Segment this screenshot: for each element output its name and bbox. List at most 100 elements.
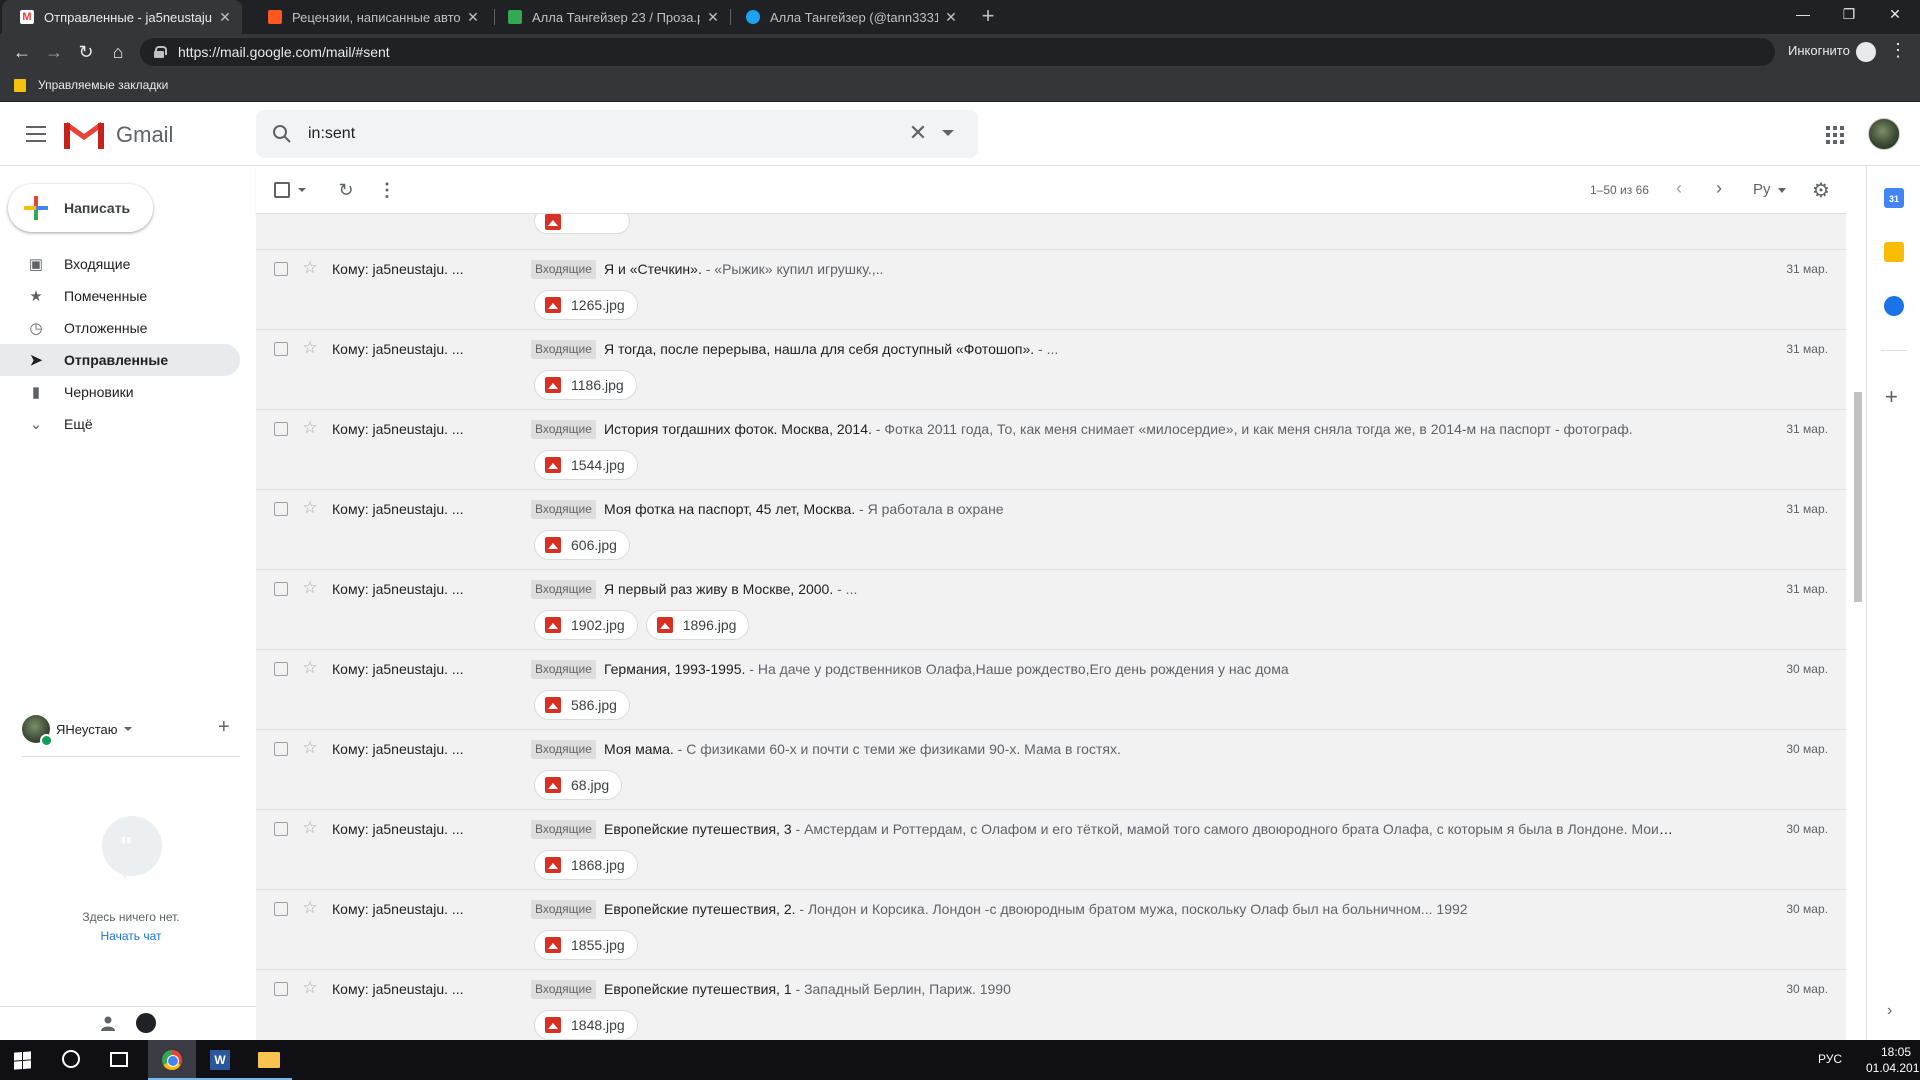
row-checkbox[interactable] xyxy=(274,342,288,356)
list-scrollbar[interactable] xyxy=(1846,166,1866,1040)
row-checkbox[interactable] xyxy=(274,902,288,916)
label-tag[interactable]: Входящие xyxy=(531,420,596,439)
sidebar-item-starred[interactable]: ★ Помеченные xyxy=(0,280,240,312)
compose-button[interactable]: Написать xyxy=(8,184,153,232)
incognito-icon[interactable] xyxy=(1856,42,1876,62)
attachment-chip[interactable]: 586.jpg xyxy=(534,690,630,720)
attachment-chip[interactable]: 606.jpg xyxy=(534,530,630,560)
sidebar-item-sent[interactable]: ➤ Отправленные xyxy=(0,344,240,376)
task-view-icon[interactable] xyxy=(110,1052,128,1067)
browser-tab-proza[interactable]: Алла Тангейзер 23 / Проза.ру ✕ xyxy=(490,0,730,34)
attachment-chip[interactable]: 1544.jpg xyxy=(534,450,638,480)
row-checkbox[interactable] xyxy=(274,822,288,836)
table-row[interactable]: ☆ Кому: ja5neustaju. ... Входящие Европейск… xyxy=(256,890,1846,970)
gear-icon[interactable]: ⚙ xyxy=(1812,178,1830,203)
gmail-logo-icon[interactable] xyxy=(64,120,104,150)
row-checkbox[interactable] xyxy=(274,742,288,756)
label-tag[interactable]: Входящие xyxy=(531,660,596,679)
search-options-icon[interactable] xyxy=(942,130,954,136)
more-actions-icon[interactable]: ⋮ xyxy=(378,178,396,202)
star-icon[interactable]: ☆ xyxy=(300,978,320,998)
star-icon[interactable]: ☆ xyxy=(300,898,320,918)
label-tag[interactable]: Входящие xyxy=(531,260,596,279)
label-tag[interactable]: Входящие xyxy=(531,740,596,759)
star-icon[interactable]: ☆ xyxy=(300,418,320,438)
row-checkbox[interactable] xyxy=(274,662,288,676)
label-tag[interactable]: Входящие xyxy=(531,340,596,359)
table-row[interactable]: ☆ Кому: ja5neustaju. ... Входящие Моя мама.… xyxy=(256,730,1846,810)
star-icon[interactable]: ☆ xyxy=(300,258,320,278)
attachment-chip[interactable]: 1896.jpg xyxy=(645,610,750,640)
row-checkbox[interactable] xyxy=(274,582,288,596)
person-icon[interactable] xyxy=(100,1015,116,1031)
row-checkbox[interactable] xyxy=(274,422,288,436)
account-avatar[interactable] xyxy=(1868,118,1900,150)
star-icon[interactable]: ☆ xyxy=(300,498,320,518)
previous-page-icon[interactable]: ‹ xyxy=(1676,178,1682,199)
label-tag[interactable]: Входящие xyxy=(531,500,596,519)
select-options-icon[interactable] xyxy=(298,188,306,192)
bookmark-folder-link[interactable]: Управляемые закладки xyxy=(38,78,168,92)
list-item[interactable] xyxy=(256,214,1846,250)
reload-icon[interactable]: ↻ xyxy=(74,40,98,64)
hangouts-chat-icon[interactable] xyxy=(136,1013,156,1033)
close-tab-icon[interactable]: ✕ xyxy=(944,9,958,26)
windows-start-icon[interactable] xyxy=(14,1051,31,1070)
close-window-icon[interactable]: ✕ xyxy=(1872,0,1918,30)
label-tag[interactable]: Входящие xyxy=(531,980,596,999)
table-row[interactable]: ☆ Кому: ja5neustaju. ... Входящие Я и «Стеч… xyxy=(256,250,1846,330)
refresh-icon[interactable]: ↻ xyxy=(334,178,358,202)
keep-icon[interactable] xyxy=(1884,242,1904,262)
close-tab-icon[interactable]: ✕ xyxy=(466,9,480,26)
browser-tab-twitter[interactable]: Алла Тангейзер (@tann333111a ✕ xyxy=(728,0,968,34)
table-row[interactable]: ☆ Кому: ja5neustaju. ... Входящие Германия,… xyxy=(256,650,1846,730)
chevron-right-icon[interactable]: › xyxy=(1887,1002,1892,1020)
label-tag[interactable]: Входящие xyxy=(531,580,596,599)
home-icon[interactable]: ⌂ xyxy=(106,40,130,64)
attachment-chip[interactable]: 1902.jpg xyxy=(534,610,638,640)
table-row[interactable]: ☆ Кому: ja5neustaju. ... Входящие Я первый … xyxy=(256,570,1846,650)
caret-down-icon[interactable] xyxy=(123,727,132,731)
star-icon[interactable]: ☆ xyxy=(300,818,320,838)
row-checkbox[interactable] xyxy=(274,982,288,996)
row-checkbox[interactable] xyxy=(274,502,288,516)
attachment-chip[interactable]: 1868.jpg xyxy=(534,850,638,880)
scrollbar-thumb[interactable] xyxy=(1854,392,1862,602)
search-icon[interactable] xyxy=(62,1050,80,1068)
next-page-icon[interactable]: › xyxy=(1716,178,1722,199)
close-tab-icon[interactable]: ✕ xyxy=(706,9,720,26)
star-icon[interactable]: ☆ xyxy=(300,658,320,678)
sidebar-item-drafts[interactable]: ▮ Черновики xyxy=(0,376,240,408)
add-contact-icon[interactable]: + xyxy=(218,716,230,739)
back-arrow-icon[interactable]: ← xyxy=(10,40,34,64)
attachment-chip[interactable]: 1855.jpg xyxy=(534,930,638,960)
minimize-window-icon[interactable]: — xyxy=(1780,0,1826,30)
browser-tab-reviews[interactable]: Рецензии, написанные авторо ✕ xyxy=(250,0,490,34)
address-bar[interactable]: https://mail.google.com/mail/#sent xyxy=(140,38,1775,66)
tasks-icon[interactable] xyxy=(1884,296,1904,316)
sidebar-item-inbox[interactable]: ▣ Входящие xyxy=(0,248,240,280)
keyboard-language[interactable]: РУС xyxy=(1818,1052,1842,1066)
google-apps-icon[interactable] xyxy=(1826,126,1844,144)
attachment-chip[interactable]: 1186.jpg xyxy=(534,370,637,400)
close-tab-icon[interactable]: ✕ xyxy=(218,9,232,26)
clock[interactable]: 18:05 01.04.2019 xyxy=(1866,1044,1920,1076)
search-icon[interactable] xyxy=(272,124,292,144)
label-tag[interactable]: Входящие xyxy=(531,900,596,919)
table-row[interactable]: ☆ Кому: ja5neustaju. ... Входящие Я тогда, … xyxy=(256,330,1846,410)
start-chat-link[interactable]: Начать чат xyxy=(0,929,262,943)
attachment-chip[interactable]: 1848.jpg xyxy=(534,1010,638,1040)
taskbar-chrome[interactable] xyxy=(148,1040,196,1080)
row-checkbox[interactable] xyxy=(274,262,288,276)
select-all-checkbox[interactable] xyxy=(274,182,290,198)
star-icon[interactable]: ☆ xyxy=(300,338,320,358)
main-menu-icon[interactable] xyxy=(26,126,46,142)
attachment-chip[interactable]: 1265.jpg xyxy=(534,290,638,320)
table-row[interactable]: ☆ Кому: ja5neustaju. ... Входящие Моя фотка… xyxy=(256,490,1846,570)
browser-tab-gmail[interactable]: M Отправленные - ja5neustaju3by ✕ xyxy=(2,0,242,34)
input-tools-caret-icon[interactable] xyxy=(1778,188,1786,193)
calendar-icon[interactable]: 31 xyxy=(1884,188,1904,208)
attachment-chip[interactable]: 68.jpg xyxy=(534,770,623,800)
table-row[interactable]: ☆ Кому: ja5neustaju. ... Входящие История т… xyxy=(256,410,1846,490)
forward-arrow-icon[interactable]: → xyxy=(42,40,66,64)
